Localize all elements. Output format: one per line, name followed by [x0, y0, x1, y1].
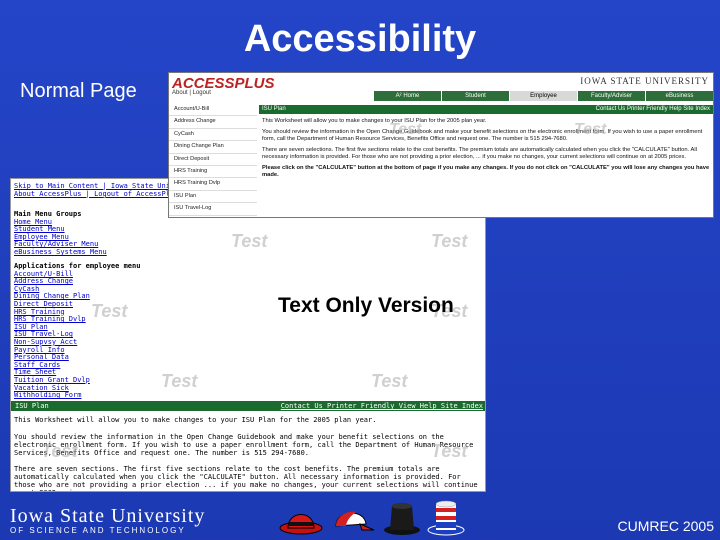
- sidebar-item[interactable]: Non-Supvsy Acct: [169, 216, 257, 217]
- black-top-hat-icon: [384, 503, 420, 535]
- footer-logo-line2: OF SCIENCE AND TECHNOLOGY: [10, 526, 186, 535]
- paragraph: Please click on the "CALCULATE" button a…: [262, 165, 710, 178]
- tab-bar: A² Home Student Employee Faculty/Adviser eBu…: [374, 91, 713, 101]
- sidebar-item[interactable]: Address Change: [169, 116, 257, 129]
- paragraph: There are seven sections. The first five…: [14, 465, 478, 491]
- sidebar-item[interactable]: ISU Travel-Log: [169, 203, 257, 216]
- watermark: Test: [231, 231, 268, 251]
- sidebar-item[interactable]: ISU Plan: [169, 191, 257, 204]
- main-content: ISU Plan Contact Us Printer Friendly Hel…: [259, 105, 713, 217]
- sidebar-item[interactable]: HRS Training Dvlp: [169, 178, 257, 191]
- tab-a-home[interactable]: A² Home: [374, 91, 441, 101]
- main-menu-groups: Main Menu Groups Home Menu Student Menu Em…: [14, 210, 107, 257]
- normal-page-screenshot: ACCESSPLUS About | Logout IOWA STATE UNI…: [168, 72, 714, 218]
- uncle-sam-hat-icon: [427, 500, 465, 536]
- sidebar: Account/U-Bill Address Change CyCash Dining…: [169, 104, 257, 217]
- sidebar-item[interactable]: HRS Training: [169, 166, 257, 179]
- header-links[interactable]: Contact Us Printer Friendly View Help Si…: [281, 401, 483, 411]
- conference-label: CUMREC 2005: [617, 518, 714, 534]
- footer-university-logo: Iowa State University OF SCIENCE AND TEC…: [10, 505, 205, 535]
- text-only-label: Text Only Version: [278, 294, 454, 317]
- watermark: Test: [91, 301, 128, 321]
- watermark: Test: [371, 371, 408, 391]
- sidebar-item[interactable]: CyCash: [169, 129, 257, 142]
- header-actions[interactable]: Contact Us Printer Friendly Help Site In…: [596, 105, 710, 114]
- normal-page-label: Normal Page: [20, 80, 137, 102]
- footer-logo-line1: Iowa State University: [10, 505, 206, 527]
- watermark: Test: [431, 231, 468, 251]
- paragraph: There are seven selections. The first fi…: [262, 147, 697, 160]
- tab-faculty-adviser[interactable]: Faculty/Adviser: [578, 91, 645, 101]
- sidebar-item[interactable]: Dining Change Plan: [169, 141, 257, 154]
- menu-link[interactable]: eBusiness Systems Menu: [14, 248, 107, 257]
- text-only-screenshot: Skip to Main Content | Iowa State Univer…: [10, 178, 486, 492]
- watermark: Test: [389, 121, 422, 138]
- hats-graphic: [278, 498, 468, 538]
- baseball-cap-icon: [335, 511, 375, 531]
- text-only-page-header: ISU Plan Contact Us Printer Friendly Vie…: [11, 401, 485, 411]
- tab-employee[interactable]: Employee: [510, 91, 577, 101]
- app-link[interactable]: Withholding Form: [14, 391, 140, 400]
- paragraph: This Worksheet will allow you to make ch…: [14, 416, 377, 424]
- sidebar-item[interactable]: Account/U-Bill: [169, 104, 257, 117]
- watermark: Test: [41, 441, 78, 461]
- page-title: ISU Plan: [262, 106, 286, 112]
- about-logout[interactable]: About | Logout: [172, 90, 211, 96]
- page-header: ISU Plan Contact Us Printer Friendly Hel…: [259, 105, 713, 114]
- paragraph: This Worksheet will allow you to make ch…: [262, 118, 487, 124]
- university-logo[interactable]: IOWA STATE UNIVERSITY: [580, 76, 709, 86]
- watermark: Test: [161, 371, 198, 391]
- sidebar-item[interactable]: Direct Deposit: [169, 154, 257, 167]
- red-hat-icon: [279, 514, 323, 535]
- paragraph: You should review the information in the…: [14, 433, 474, 457]
- tab-ebusiness[interactable]: eBusiness: [646, 91, 713, 101]
- slide-title: Accessibility: [243, 18, 477, 60]
- watermark: Test: [431, 441, 468, 461]
- watermark: Test: [574, 121, 607, 138]
- paragraph: You should review the information in the…: [262, 129, 703, 142]
- page-title: ISU Plan: [15, 402, 49, 410]
- tab-student[interactable]: Student: [442, 91, 509, 101]
- applications-list: Applications for employee menu Account/U…: [14, 262, 140, 400]
- slide: Accessibility Normal Page Skip to Main C…: [0, 0, 720, 540]
